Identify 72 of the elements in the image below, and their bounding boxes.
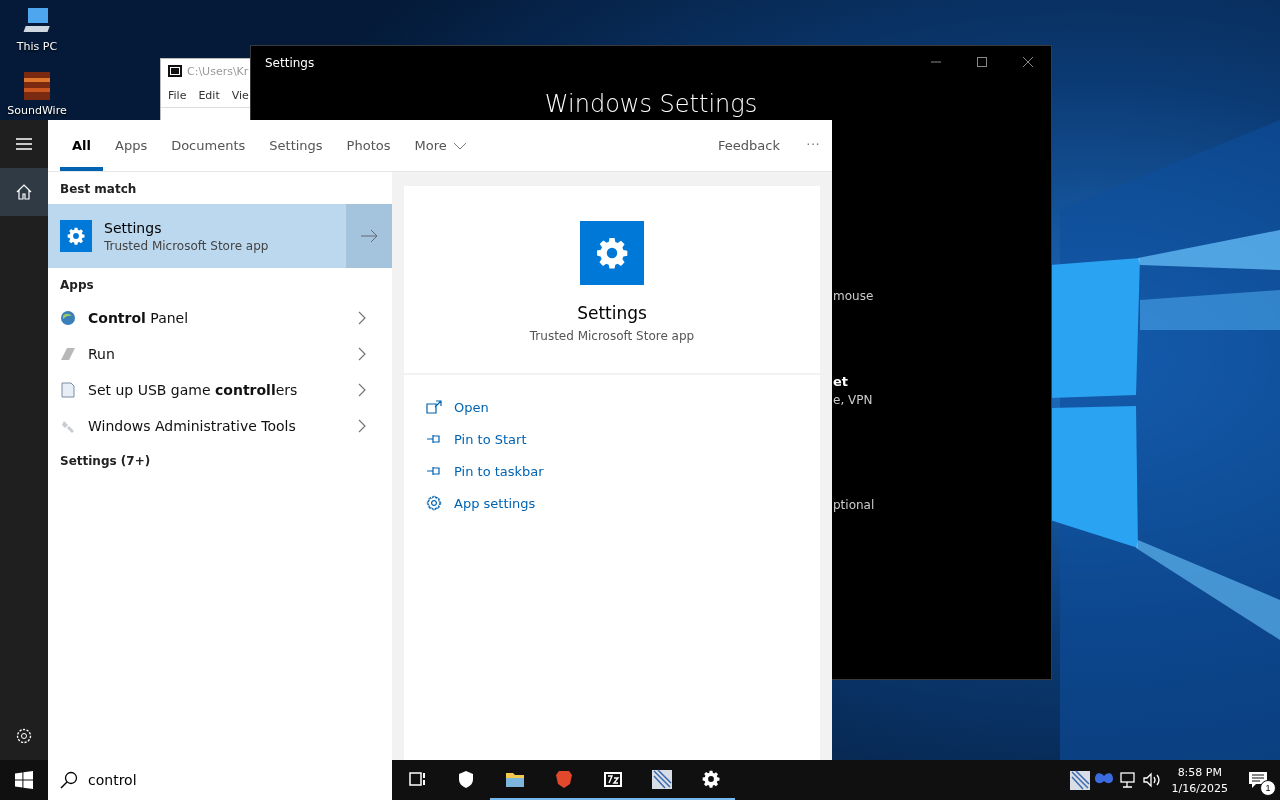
arrow-right-icon <box>360 229 378 243</box>
page-heading: Windows Settings <box>543 90 759 118</box>
wave-tile-icon <box>651 769 672 789</box>
result-title: Settings <box>104 219 163 236</box>
best-match-result[interactable]: Settings Trusted Microsoft Store app <box>48 204 392 268</box>
chevron-right-icon <box>358 419 366 433</box>
desktop-icon-label[interactable]: This PC <box>16 40 58 53</box>
category-description: ptional <box>833 498 875 512</box>
menu-item[interactable]: File <box>168 88 187 102</box>
menu-icon <box>16 138 32 150</box>
search-field[interactable]: control <box>48 760 392 800</box>
notifications-button[interactable]: 1 <box>1236 760 1280 800</box>
app-title: Settings <box>577 303 647 323</box>
app-result[interactable]: Control Panel <box>48 300 392 336</box>
action-link[interactable]: Open <box>404 391 495 423</box>
notification-badge: 1 <box>1260 780 1276 796</box>
feedback-button[interactable]: Feedback <box>704 120 794 171</box>
pin-icon <box>426 465 442 477</box>
category-description: mouse <box>833 289 874 303</box>
result-subtitle: Trusted Microsoft Store app <box>104 238 269 253</box>
filter-tab[interactable]: Apps <box>103 120 160 171</box>
chevron-right-icon <box>358 347 366 361</box>
wave-tile-icon <box>1069 770 1090 790</box>
clock[interactable]: 8:58 PM 1/16/2025 <box>1163 760 1236 800</box>
action-link[interactable]: Pin to taskbar <box>404 455 550 487</box>
volume-icon <box>1142 772 1160 788</box>
section-header: Apps <box>59 277 95 294</box>
app-result[interactable]: Run <box>48 336 392 372</box>
action-link[interactable]: Pin to Start <box>404 423 533 455</box>
close-icon <box>1023 57 1033 67</box>
globe-icon <box>60 310 76 326</box>
more-options-button[interactable]: ··· <box>794 120 832 171</box>
home-icon <box>16 184 32 200</box>
desktop-icon-label[interactable]: SoundWire <box>7 104 67 117</box>
settings-app-icon <box>60 220 92 252</box>
category-title: et <box>833 374 849 389</box>
app-result[interactable]: Set up USB game controllers <box>48 372 392 408</box>
folder-icon <box>505 773 524 787</box>
filter-tab[interactable]: Settings <box>257 120 335 171</box>
home-button[interactable] <box>0 168 48 216</box>
chevron-right-icon <box>358 311 366 325</box>
windows-logo-icon <box>15 771 33 789</box>
settings-icon <box>702 770 719 788</box>
archive-icon <box>168 65 182 77</box>
task-view-icon <box>408 772 425 786</box>
chevron-right-icon <box>358 383 366 397</box>
network-icon <box>1119 772 1135 788</box>
app-subtitle: Trusted Microsoft Store app <box>529 329 695 343</box>
section-header: Best match <box>59 181 138 198</box>
section-header[interactable]: Settings (7+) <box>48 444 392 476</box>
menu-item[interactable]: Edit <box>198 88 220 102</box>
document-icon <box>60 382 76 398</box>
shield-icon <box>458 771 473 788</box>
window-title: Settings <box>265 56 315 70</box>
search-icon <box>60 771 78 789</box>
window-title: C:\Users\Kr <box>187 64 249 78</box>
chevron-down-icon <box>452 141 467 150</box>
category-description: e, VPN <box>833 393 873 407</box>
filter-tab[interactable]: All <box>60 120 103 171</box>
settings-app-icon <box>580 221 644 285</box>
open-external-icon <box>426 400 442 414</box>
app-result[interactable]: Windows Administrative Tools <box>48 408 392 444</box>
maximize-icon <box>977 57 987 67</box>
settings-icon <box>15 727 33 745</box>
settings-icon <box>426 495 442 511</box>
filter-tab[interactable]: More <box>402 120 479 171</box>
filter-tab[interactable]: Documents <box>159 120 258 171</box>
pin-icon <box>426 433 442 445</box>
archive-icon <box>603 772 622 787</box>
filter-tab[interactable]: Photos <box>334 120 403 171</box>
menu-item[interactable]: Vie <box>231 88 249 102</box>
action-link[interactable]: App settings <box>404 487 542 519</box>
